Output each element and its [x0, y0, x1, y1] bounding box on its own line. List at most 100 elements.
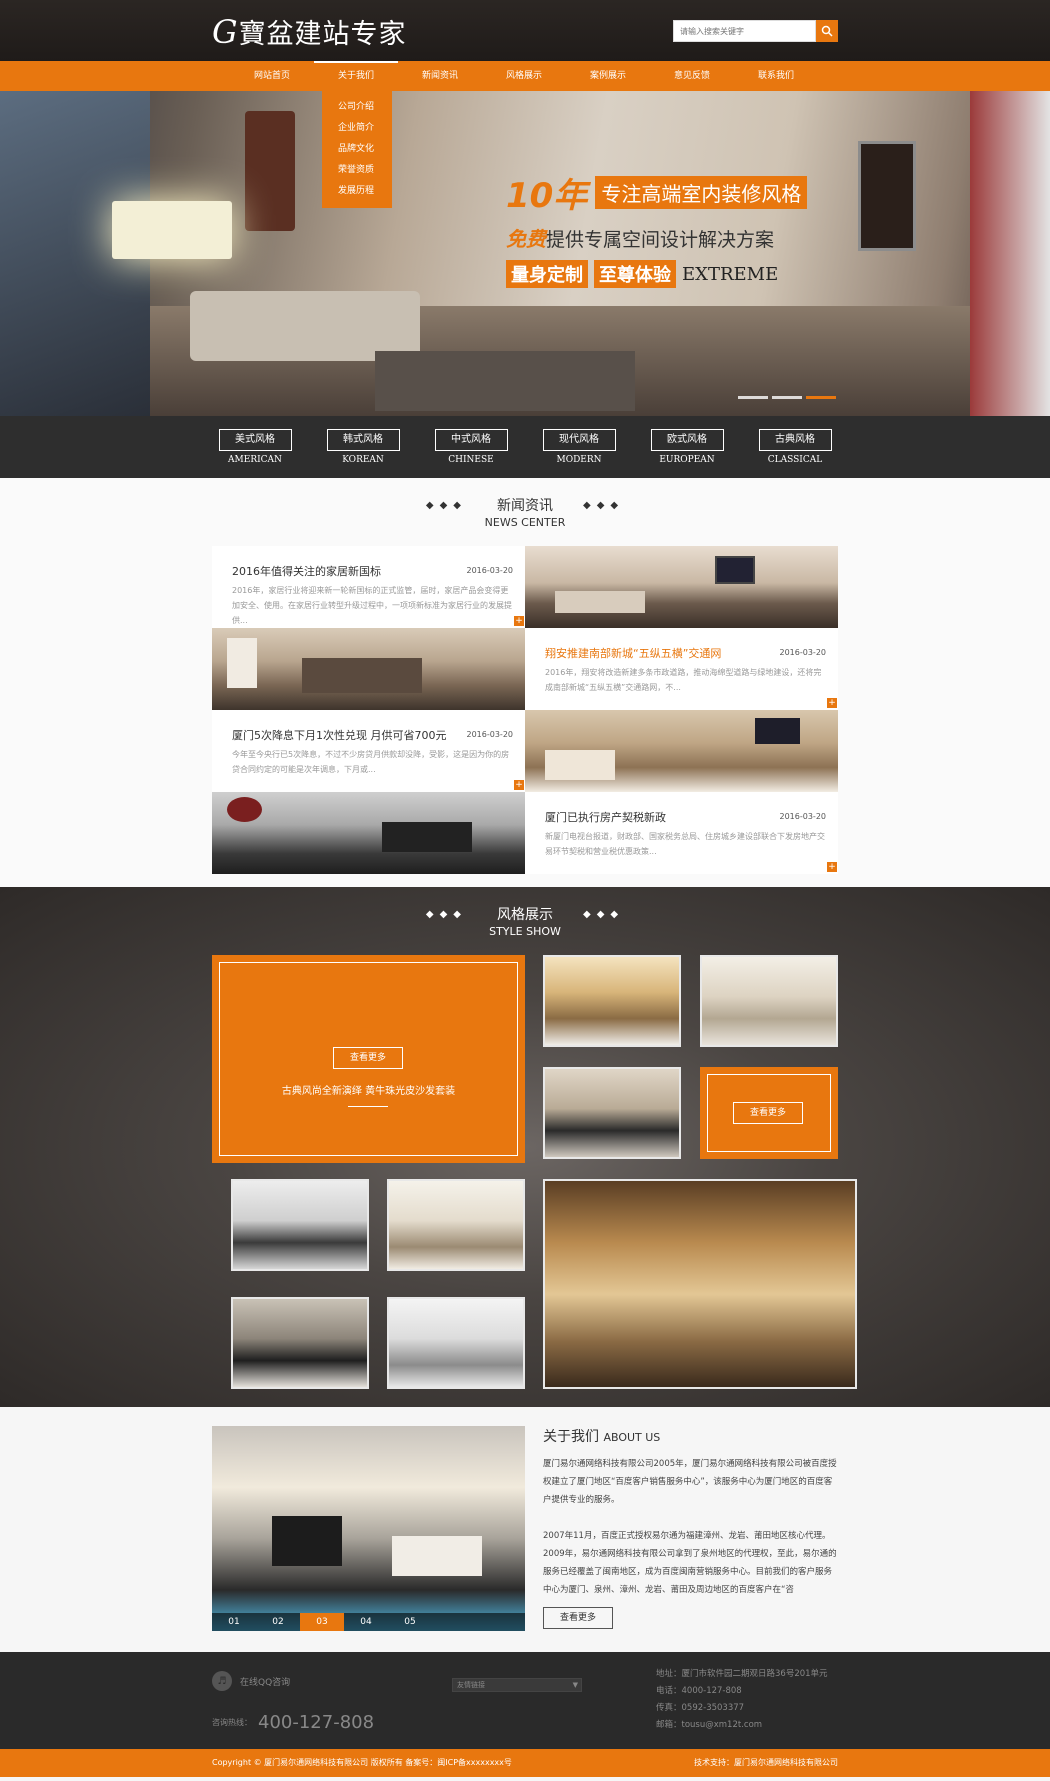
copyright-bar: Copyright © 厦门易尔通网络科技有限公司 版权所有 备案号：闽ICP备…	[0, 1749, 1050, 1777]
style-label: 美式风格	[218, 429, 292, 451]
diamond-decoration: ◆◆◆	[583, 908, 625, 920]
about-slideshow-image[interactable]	[212, 1426, 525, 1631]
search-button[interactable]	[816, 20, 838, 42]
friend-links-select[interactable]: 友情链接 ▼	[452, 1678, 582, 1692]
news-image[interactable]	[212, 628, 525, 710]
style-modern[interactable]: 现代风格 MODERN	[542, 429, 616, 478]
style-label-en: CHINESE	[448, 455, 494, 465]
slogan-line2: 提供专属空间设计解决方案	[546, 229, 775, 251]
style-thumb[interactable]	[231, 1179, 369, 1271]
image-sofa	[392, 1536, 482, 1576]
style-thumb[interactable]	[387, 1297, 525, 1389]
featured-more-button[interactable]: 查看更多	[333, 1047, 403, 1069]
about-text: 关于我们 ABOUT US 厦门易尔通网络科技有限公司2005年，厦门易尔通网络…	[543, 1426, 838, 1599]
banner-dot[interactable]	[772, 396, 802, 399]
news-grid: 2016年值得关注的家居新国标 2016-03-20 2016年，家居行业将迎来新…	[212, 546, 838, 874]
dropdown-item[interactable]: 发展历程	[322, 181, 392, 202]
style-label: 中式风格	[434, 429, 508, 451]
more-button[interactable]: 查看更多	[733, 1102, 803, 1124]
slide-tab[interactable]: 04	[344, 1613, 388, 1631]
about-section: 01 02 03 04 05 关于我们 ABOUT US 厦门易尔通网络科技有限…	[0, 1407, 1050, 1652]
news-item[interactable]: 厦门已执行房产契税新政 2016-03-20 新厦门电视台报道，财政部、国家税务总…	[525, 792, 838, 874]
news-item-date: 2016-03-20	[466, 730, 514, 739]
news-item[interactable]: 2016年值得关注的家居新国标 2016-03-20 2016年，家居行业将迎来新…	[212, 546, 525, 628]
show-heading: ◆◆◆ 风格展示 ◆◆◆ STYLE SHOW	[0, 887, 1050, 938]
more-style-card[interactable]: 查看更多	[700, 1067, 838, 1159]
news-image[interactable]	[525, 546, 838, 628]
image-tv	[715, 556, 755, 584]
plus-icon[interactable]: +	[827, 698, 837, 708]
style-korean[interactable]: 韩式风格 KOREAN	[326, 429, 400, 478]
site-logo[interactable]: G寶盆建站专家	[212, 12, 407, 51]
plus-icon[interactable]: +	[827, 862, 837, 872]
chevron-down-icon: ▼	[572, 1681, 578, 1689]
featured-divider	[348, 1106, 388, 1107]
style-european[interactable]: 欧式风格 EUROPEAN	[650, 429, 724, 478]
dropdown-item[interactable]: 公司介绍	[322, 97, 392, 118]
nav-cases[interactable]: 案例展示	[566, 61, 650, 91]
dropdown-item[interactable]: 企业简介	[322, 118, 392, 139]
news-item-title[interactable]: 厦门5次降息下月1次性兑现 月供可省700元	[232, 727, 447, 743]
about-paragraph-1: 厦门易尔通网络科技有限公司2005年，厦门易尔通网络科技有限公司被百度授权建立了…	[543, 1459, 837, 1505]
qq-consult[interactable]: ♬ 在线QQ咨询	[212, 1671, 290, 1691]
slide-tab[interactable]: 02	[256, 1613, 300, 1631]
qq-label: 在线QQ咨询	[240, 1677, 291, 1688]
nav-about[interactable]: 关于我们	[314, 61, 398, 91]
news-item-date: 2016-03-20	[779, 648, 827, 657]
news-title: 新闻资讯	[497, 498, 553, 514]
news-item-title[interactable]: 厦门已执行房产契税新政	[545, 809, 666, 825]
news-subtitle: NEWS CENTER	[484, 516, 566, 529]
news-item-title[interactable]: 翔安推建南部新城“五纵五横”交通网	[545, 645, 721, 661]
contact-phone: 电话：4000-127-808	[656, 1686, 742, 1696]
image-tv	[272, 1516, 342, 1566]
search-box	[673, 20, 838, 42]
news-item-summary: 新厦门电视台报道，财政部、国家税务总局、住房城乡建设部联合下发房地产交易环节契税…	[545, 832, 825, 856]
style-classical[interactable]: 古典风格 CLASSICAL	[758, 429, 832, 478]
style-american[interactable]: 美式风格 AMERICAN	[218, 429, 292, 478]
style-label-en: MODERN	[556, 455, 602, 465]
style-label-en: CLASSICAL	[767, 455, 823, 465]
style-label-en: KOREAN	[342, 455, 384, 465]
dropdown-item[interactable]: 荣誉资质	[322, 160, 392, 181]
style-label-en: EUROPEAN	[659, 455, 715, 465]
about-more-button[interactable]: 查看更多	[543, 1607, 613, 1629]
nav-feedback[interactable]: 意见反馈	[650, 61, 734, 91]
nav-contact[interactable]: 联系我们	[734, 61, 818, 91]
plus-icon[interactable]: +	[514, 616, 524, 626]
news-image[interactable]	[212, 792, 525, 874]
featured-style-card[interactable]: 查看更多 古典风尚全新演绎 黄牛珠光皮沙发套装	[212, 955, 525, 1163]
style-thumb-large[interactable]	[543, 1179, 857, 1389]
news-item-date: 2016-03-20	[466, 566, 514, 575]
style-chinese[interactable]: 中式风格 CHINESE	[434, 429, 508, 478]
slide-tab-active[interactable]: 03	[300, 1613, 344, 1631]
banner-dot-active[interactable]	[806, 396, 836, 399]
news-item[interactable]: 厦门5次降息下月1次性兑现 月供可省700元 2016-03-20 今年至今央行已…	[212, 710, 525, 792]
style-thumb[interactable]	[700, 955, 838, 1047]
image-sofa	[302, 658, 422, 693]
about-slideshow-tabs: 01 02 03 04 05	[212, 1613, 525, 1631]
hero-banner[interactable]: 10年 专注高端室内装修风格 免费提供专属空间设计解决方案 量身定制 至尊体验 EXT…	[0, 91, 1050, 416]
main-nav: 网站首页 关于我们 新闻资讯 风格展示 案例展示 意见反馈 联系我们	[0, 61, 1050, 91]
banner-dot[interactable]	[738, 396, 768, 399]
slogan-line3c: EXTREME	[682, 263, 779, 285]
nav-home[interactable]: 网站首页	[230, 61, 314, 91]
style-label: 欧式风格	[650, 429, 724, 451]
slide-tab[interactable]: 05	[388, 1613, 432, 1631]
style-thumb[interactable]	[231, 1297, 369, 1389]
style-thumb[interactable]	[387, 1179, 525, 1271]
contact-fax: 传真：0592-3503377	[656, 1703, 745, 1713]
top-bar: G寶盆建站专家	[0, 0, 1050, 61]
style-thumb[interactable]	[543, 1067, 681, 1159]
news-image[interactable]	[525, 710, 838, 792]
news-item-title[interactable]: 2016年值得关注的家居新国标	[232, 563, 381, 579]
nav-news[interactable]: 新闻资讯	[398, 61, 482, 91]
news-item[interactable]: 翔安推建南部新城“五纵五横”交通网 2016-03-20 2016年，翔安将改造新…	[525, 628, 838, 710]
plus-icon[interactable]: +	[514, 780, 524, 790]
style-thumb[interactable]	[543, 955, 681, 1047]
slide-tab[interactable]: 01	[212, 1613, 256, 1631]
nav-styles[interactable]: 风格展示	[482, 61, 566, 91]
news-item-summary: 2016年，家居行业将迎来新一轮新国标的正式监管，届时，家居产品会变得更加安全、…	[232, 586, 512, 625]
search-input[interactable]	[673, 20, 816, 42]
dropdown-item[interactable]: 品牌文化	[322, 139, 392, 160]
style-label-en: AMERICAN	[228, 455, 282, 465]
